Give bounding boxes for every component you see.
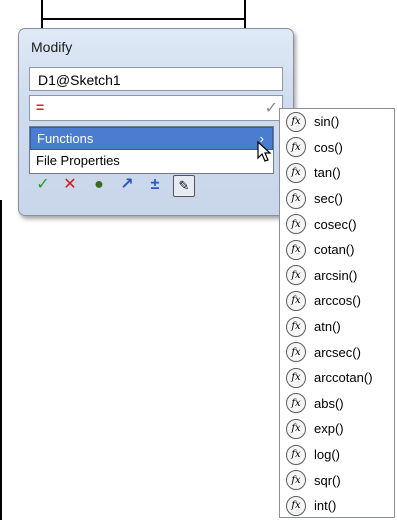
function-item-abs[interactable]: fx abs(): [280, 391, 394, 417]
mark-dimension-icon[interactable]: ✎: [173, 175, 195, 197]
function-icon: fx: [286, 188, 306, 209]
function-label: arccos(): [314, 293, 361, 309]
function-label: atn(): [314, 319, 341, 335]
reverse-dimension-icon[interactable]: ↗: [117, 175, 137, 195]
function-label: int(): [314, 498, 337, 514]
function-item-sqr[interactable]: fx sqr(): [280, 467, 394, 493]
expression-value: =: [36, 99, 45, 115]
ok-check-icon[interactable]: ✓: [33, 175, 53, 195]
sketch-line: [244, 0, 246, 30]
function-item-sin[interactable]: fx sin(): [280, 109, 394, 135]
sketch-line: [0, 200, 2, 520]
function-label: exp(): [314, 421, 344, 437]
function-item-cotan[interactable]: fx cotan(): [280, 237, 394, 263]
function-icon: fx: [286, 342, 306, 363]
rebuild-icon[interactable]: ●: [89, 175, 109, 195]
expression-input[interactable]: = ✓: [29, 95, 283, 121]
function-label: sin(): [314, 114, 340, 130]
function-icon: fx: [286, 418, 306, 439]
function-item-log[interactable]: fx log(): [280, 442, 394, 468]
function-icon: fx: [286, 137, 306, 158]
function-label: sec(): [314, 191, 343, 207]
function-item-arcsin[interactable]: fx arcsin(): [280, 263, 394, 289]
function-label: log(): [314, 447, 341, 463]
function-item-arccotan[interactable]: fx arccotan(): [280, 365, 394, 391]
dialog-title: Modify: [31, 39, 73, 55]
function-label: sqr(): [314, 472, 341, 488]
cancel-x-icon[interactable]: ✕: [60, 175, 80, 195]
function-item-sec[interactable]: fx sec(): [280, 186, 394, 212]
function-icon: fx: [286, 162, 306, 183]
menu-item-functions[interactable]: Functions ›: [30, 127, 273, 150]
dimension-name-field[interactable]: D1@Sketch1: [29, 67, 283, 91]
function-label: arccotan(): [314, 370, 373, 386]
function-label: cosec(): [314, 216, 357, 232]
function-icon: fx: [286, 316, 306, 337]
function-item-exp[interactable]: fx exp(): [280, 416, 394, 442]
function-icon: fx: [286, 239, 306, 260]
function-icon: fx: [286, 265, 306, 286]
function-icon: fx: [286, 290, 306, 311]
function-label: cos(): [314, 139, 343, 155]
function-icon: fx: [286, 470, 306, 491]
menu-item-label: Functions: [37, 131, 94, 146]
function-label: arcsin(): [314, 267, 358, 283]
menu-item-file-properties[interactable]: File Properties: [30, 150, 273, 171]
expression-dropdown-menu: Functions › File Properties: [29, 126, 274, 174]
mouse-pointer-icon: [257, 140, 272, 162]
function-icon: fx: [286, 393, 306, 414]
sketch-line: [41, 18, 246, 20]
function-item-arccos[interactable]: fx arccos(): [280, 288, 394, 314]
function-item-cosec[interactable]: fx cosec(): [280, 211, 394, 237]
function-icon: fx: [286, 495, 306, 516]
function-item-cos[interactable]: fx cos(): [280, 135, 394, 161]
dialog-toolbar: ✓ ✕ ● ↗ ± ✎: [33, 175, 233, 197]
accept-check-icon[interactable]: ✓: [265, 98, 278, 118]
functions-submenu: fx sin() fx cos() fx tan() fx sec() fx cosec(…: [279, 108, 395, 518]
regenerate-icon[interactable]: ±: [145, 175, 165, 195]
sketch-line: [41, 0, 43, 30]
function-label: tan(): [314, 165, 341, 181]
function-label: arcsec(): [314, 344, 361, 360]
function-icon: fx: [286, 367, 306, 388]
function-item-tan[interactable]: fx tan(): [280, 160, 394, 186]
function-item-arcsec[interactable]: fx arcsec(): [280, 339, 394, 365]
function-label: abs(): [314, 395, 344, 411]
function-icon: fx: [286, 214, 306, 235]
function-label: cotan(): [314, 242, 355, 258]
menu-item-label: File Properties: [36, 153, 120, 168]
function-icon: fx: [286, 111, 306, 132]
function-icon: fx: [286, 444, 306, 465]
function-item-atn[interactable]: fx atn(): [280, 314, 394, 340]
function-item-int[interactable]: fx int(): [280, 493, 394, 519]
